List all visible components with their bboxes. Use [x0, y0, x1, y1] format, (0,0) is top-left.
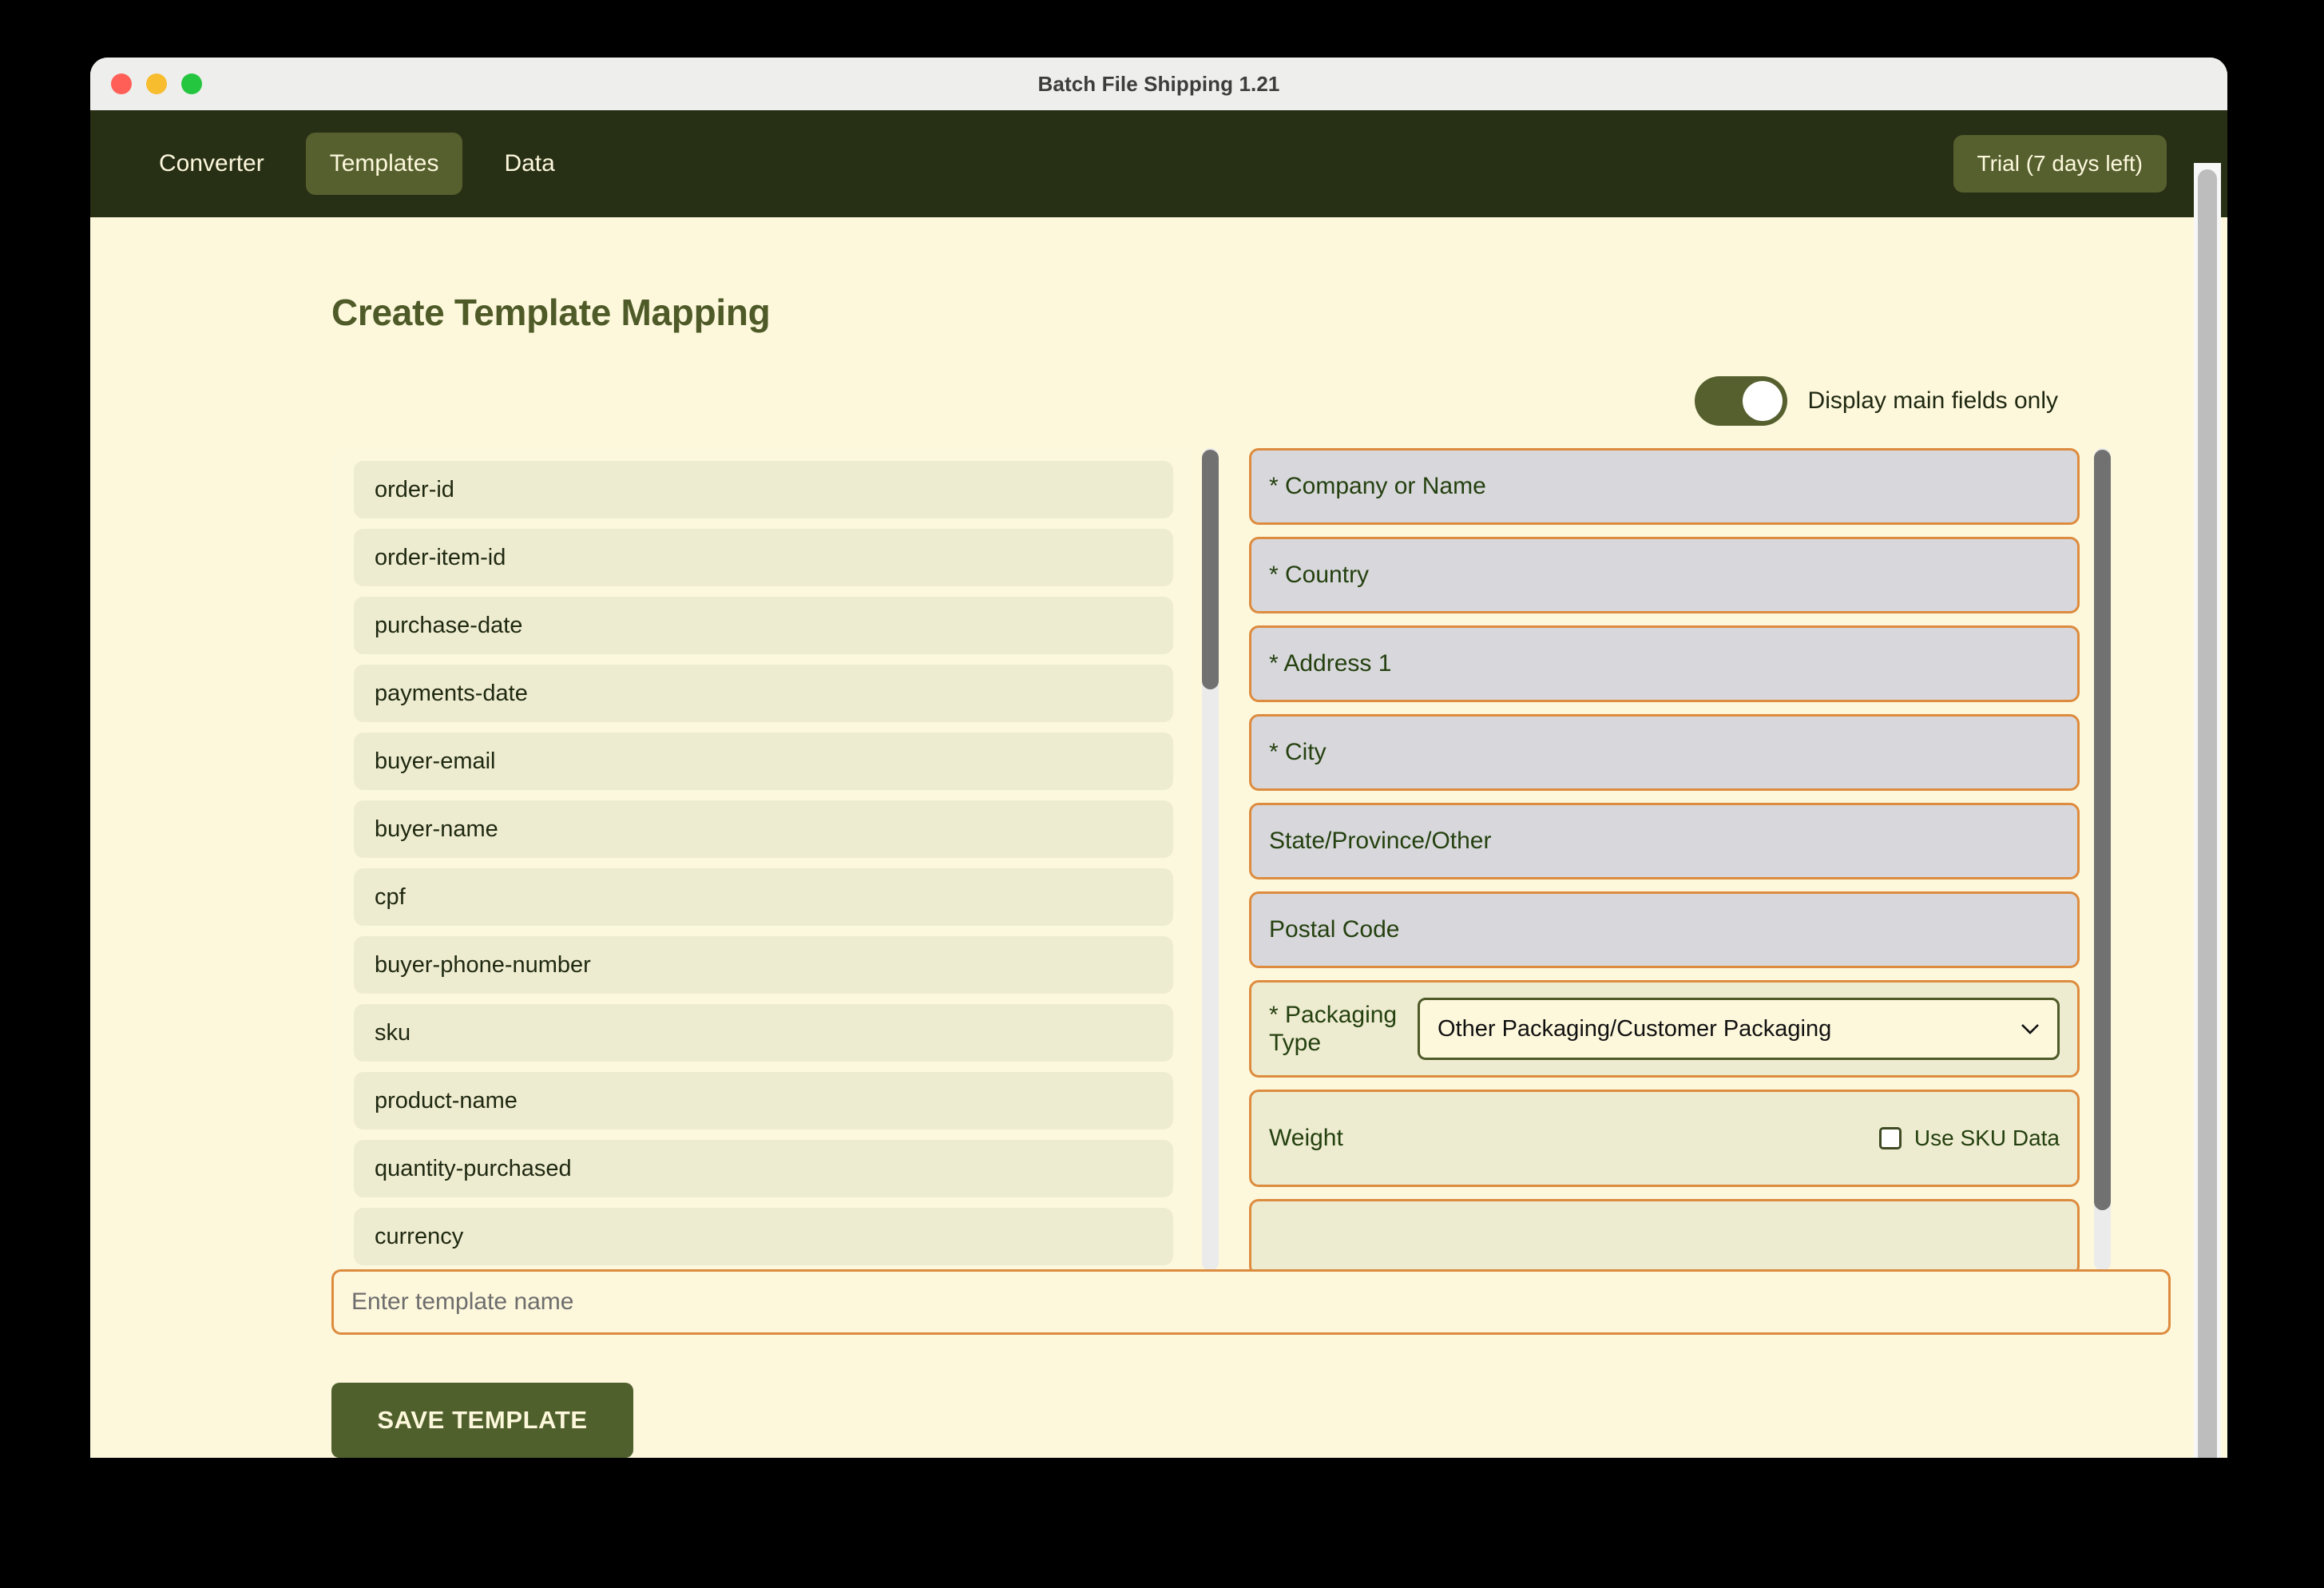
weight-row[interactable]: Weight Use SKU Data — [1249, 1090, 2080, 1187]
display-main-fields-toggle[interactable] — [1695, 376, 1787, 426]
main-fields-toggle-row: Display main fields only — [151, 376, 2058, 426]
minimize-button[interactable] — [146, 73, 167, 94]
target-field-row[interactable]: * Country — [1249, 537, 2080, 613]
list-item[interactable]: order-item-id — [354, 529, 1173, 586]
tab-templates[interactable]: Templates — [306, 133, 463, 195]
list-item[interactable]: order-id — [354, 461, 1173, 518]
list-item[interactable]: quantity-purchased — [354, 1140, 1173, 1197]
target-field-row-partial[interactable] — [1249, 1199, 2080, 1271]
template-name-input[interactable]: Enter template name — [331, 1269, 2171, 1335]
app-body: Converter Templates Data Trial (7 days l… — [90, 110, 2227, 1458]
toggle-knob — [1743, 381, 1783, 421]
source-list-scrollbar[interactable] — [1202, 448, 1219, 1271]
window-title: Batch File Shipping 1.21 — [1038, 72, 1280, 97]
packaging-type-row[interactable]: * Packaging Type Other Packaging/Custome… — [1249, 980, 2080, 1078]
target-field-label: * City — [1269, 738, 1327, 766]
page-content: Create Template Mapping Display main fie… — [90, 217, 2227, 1458]
target-field-row[interactable]: State/Province/Other — [1249, 803, 2080, 879]
target-list-scrollbar[interactable] — [2094, 448, 2111, 1271]
list-item[interactable]: payments-date — [354, 665, 1173, 722]
use-sku-data-label: Use SKU Data — [1914, 1125, 2060, 1151]
template-save-bar: Enter template name SAVE TEMPLATE — [151, 1269, 2167, 1458]
target-field-row[interactable]: * Company or Name — [1249, 448, 2080, 525]
target-fields-panel-wrap: * Company or Name * Country * Address 1 … — [1249, 448, 2111, 1271]
nav-tab-list: Converter Templates Data — [135, 133, 579, 195]
tab-converter[interactable]: Converter — [135, 133, 288, 195]
list-item[interactable]: buyer-name — [354, 800, 1173, 858]
save-template-button[interactable]: SAVE TEMPLATE — [331, 1383, 633, 1458]
weight-label: Weight — [1269, 1124, 1343, 1152]
packaging-type-label: * Packaging Type — [1269, 1001, 1418, 1058]
scrollbar-thumb[interactable] — [2094, 450, 2111, 1210]
main-navbar: Converter Templates Data Trial (7 days l… — [90, 110, 2227, 217]
scrollbar-thumb[interactable] — [1202, 450, 1219, 689]
toggle-label: Display main fields only — [1808, 387, 2058, 415]
use-sku-data-control[interactable]: Use SKU Data — [1879, 1125, 2060, 1151]
tab-data[interactable]: Data — [480, 133, 578, 195]
maximize-button[interactable] — [181, 73, 202, 94]
desktop-background: Batch File Shipping 1.21 Converter Templ… — [0, 0, 2324, 1588]
page-title: Create Template Mapping — [331, 291, 2167, 334]
list-item[interactable]: buyer-email — [354, 732, 1173, 790]
target-field-label: * Company or Name — [1269, 472, 1486, 500]
window-scrollbar[interactable] — [2194, 163, 2221, 1458]
target-field-label: * Address 1 — [1269, 649, 1391, 677]
close-button[interactable] — [111, 73, 132, 94]
list-item[interactable]: currency — [354, 1208, 1173, 1265]
target-field-row[interactable]: * Address 1 — [1249, 625, 2080, 702]
window-controls — [111, 58, 202, 110]
source-fields-panel-wrap: order-id order-item-id purchase-date pay… — [331, 448, 1219, 1271]
packaging-type-select[interactable]: Other Packaging/Customer Packaging — [1418, 998, 2060, 1060]
target-field-row[interactable]: * City — [1249, 714, 2080, 791]
packaging-type-selected-value: Other Packaging/Customer Packaging — [1438, 1016, 1831, 1042]
list-item[interactable]: buyer-phone-number — [354, 936, 1173, 994]
list-item[interactable]: product-name — [354, 1072, 1173, 1129]
target-fields-list: * Company or Name * Country * Address 1 … — [1249, 448, 2080, 1271]
list-item[interactable]: cpf — [354, 868, 1173, 926]
app-window: Batch File Shipping 1.21 Converter Templ… — [90, 58, 2227, 1458]
window-scrollbar-thumb[interactable] — [2198, 169, 2217, 1458]
target-field-label: * Country — [1269, 561, 1369, 589]
list-item[interactable]: sku — [354, 1004, 1173, 1062]
target-field-label: Postal Code — [1269, 915, 1399, 943]
list-item[interactable]: purchase-date — [354, 597, 1173, 654]
trial-badge[interactable]: Trial (7 days left) — [1953, 135, 2167, 193]
window-titlebar: Batch File Shipping 1.21 — [90, 58, 2227, 110]
chevron-down-icon — [2021, 1023, 2040, 1034]
target-field-row[interactable]: Postal Code — [1249, 891, 2080, 968]
mapping-panels: order-id order-item-id purchase-date pay… — [331, 448, 2167, 1271]
source-fields-list: order-id order-item-id purchase-date pay… — [331, 448, 1191, 1271]
use-sku-data-checkbox[interactable] — [1879, 1127, 1902, 1149]
target-field-label: State/Province/Other — [1269, 827, 1491, 855]
